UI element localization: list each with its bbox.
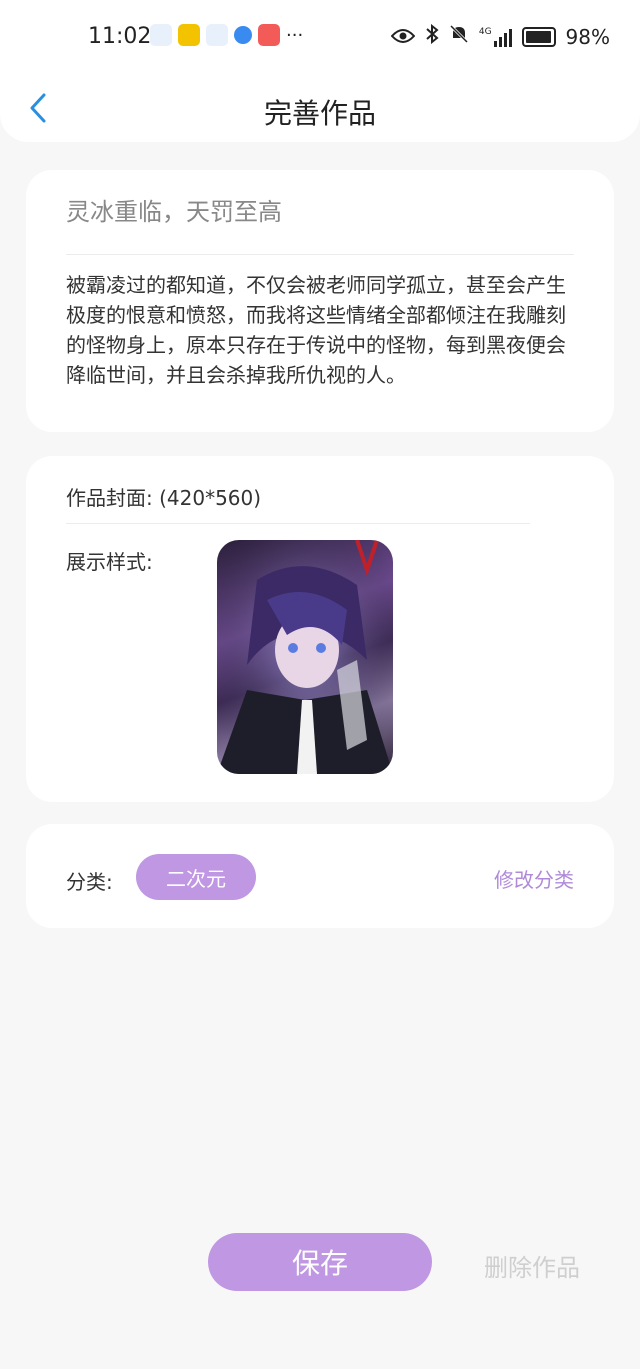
divider (66, 523, 530, 524)
status-time: 11:02 (88, 24, 152, 49)
cover-image[interactable] (217, 540, 393, 774)
signal-icon: 4G (479, 27, 512, 47)
category-chip: 二次元 (136, 854, 256, 900)
browser-icon (234, 26, 252, 44)
save-button[interactable]: 保存 (208, 1233, 432, 1291)
mute-bell-icon (449, 24, 469, 49)
category-card: 分类: 二次元 修改分类 (26, 824, 614, 928)
bluetooth-icon (425, 23, 439, 49)
status-bar: 11:02 ··· 4G 98% (0, 0, 640, 76)
cover-size-label: 作品封面: (420*560) (66, 486, 262, 510)
battery-level: 98% (565, 24, 610, 49)
baidu-icon (150, 24, 172, 46)
edit-category-link[interactable]: 修改分类 (494, 864, 574, 893)
baidu-icon (206, 24, 228, 46)
category-label: 分类: (66, 870, 113, 894)
divider (66, 254, 574, 255)
display-style-label: 展示样式: (66, 550, 153, 574)
system-icons: 4G 98% (390, 23, 610, 49)
notification-icons: ··· (150, 24, 303, 46)
store-icon (258, 24, 280, 46)
delete-work-button[interactable]: 删除作品 (484, 1248, 580, 1283)
work-info-card: 灵冰重临，天罚至高 被霸凌过的都知道，不仅会被老师同学孤立，甚至会产生极度的恨意… (26, 170, 614, 432)
cover-card: 作品封面: (420*560) 展示样式: (26, 456, 614, 802)
battery-icon (521, 26, 556, 47)
network-type: 4G (478, 26, 492, 37)
work-title-input[interactable]: 灵冰重临，天罚至高 (66, 192, 282, 227)
eye-icon (390, 25, 416, 49)
page-title: 完善作品 (263, 97, 376, 130)
more-icon: ··· (286, 24, 304, 46)
app-icon (178, 24, 200, 46)
nav-bar: 完善作品 (0, 76, 640, 142)
work-description-input[interactable]: 被霸凌过的都知道，不仅会被老师同学孤立，甚至会产生极度的恨意和愤怒，而我将这些情… (66, 270, 576, 390)
